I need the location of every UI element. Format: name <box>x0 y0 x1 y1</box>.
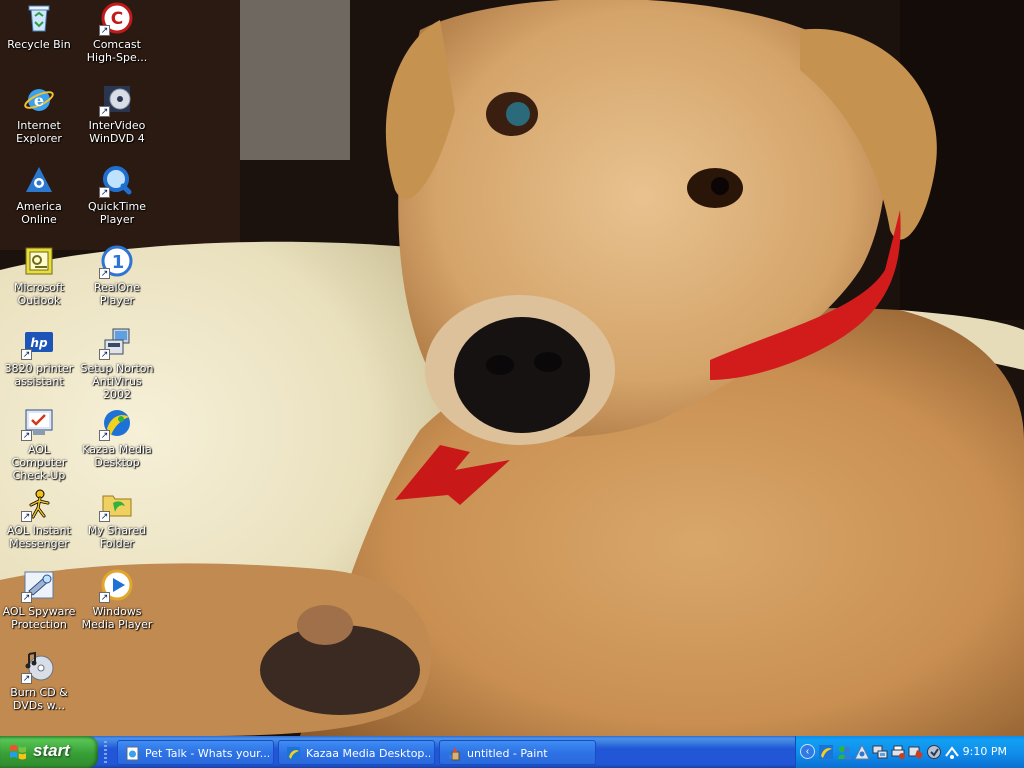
shortcut-arrow-icon: ↗ <box>99 592 110 603</box>
desktop-icon-label: Microsoft Outlook <box>13 281 65 307</box>
start-label: start <box>33 741 70 760</box>
norton-tray-icon[interactable] <box>908 744 924 760</box>
norton-setup-icon: ↗ <box>99 326 133 360</box>
task-paint[interactable]: untitled - Paint <box>439 740 596 765</box>
shortcut-arrow-icon: ↗ <box>21 430 32 441</box>
svg-text:C: C <box>111 9 123 29</box>
kazaa-icon: ↗ <box>99 407 133 441</box>
desktop-icon-kazaa[interactable]: ↗ Kazaa Media Desktop <box>78 407 156 469</box>
desktop-icon-label: InterVideo WinDVD 4 <box>88 119 146 145</box>
shortcut-arrow-icon: ↗ <box>99 25 110 36</box>
shortcut-arrow-icon: ↗ <box>21 673 32 684</box>
shortcut-arrow-icon: ↗ <box>99 106 110 117</box>
system-tray: ‹ 9:10 PM <box>795 736 1024 768</box>
desktop-icon-label: My Shared Folder <box>87 524 147 550</box>
desktop-icon-label: Internet Explorer <box>16 119 62 145</box>
shortcut-arrow-icon: ↗ <box>21 592 32 603</box>
desktop-icon-label: Setup Norton AntiVirus 2002 <box>80 362 154 401</box>
desktop-icon-label: AOL Instant Messenger <box>7 524 71 550</box>
task-label: untitled - Paint <box>467 747 548 760</box>
kazaa-tray-icon[interactable] <box>818 744 834 760</box>
desktop-icon-burn-cd[interactable]: ↗ Burn CD & DVDs w... <box>0 650 78 712</box>
desktop-icon-aol-spyware[interactable]: ↗ AOL Spyware Protection <box>0 569 78 631</box>
recycle-bin-icon <box>23 2 55 34</box>
burn-cd-icon: ↗ <box>21 650 55 684</box>
system-clock[interactable]: 9:10 PM <box>963 745 1007 758</box>
task-label: Kazaa Media Desktop... <box>306 747 430 760</box>
paint-icon <box>449 747 460 761</box>
outlook-icon <box>23 245 55 277</box>
svg-text:hp: hp <box>30 336 48 350</box>
taskbar: start Pet Talk - Whats your... Kazaa Med… <box>0 736 1024 768</box>
ie-document-icon <box>126 746 139 761</box>
security-tray-icon[interactable] <box>926 744 942 760</box>
shared-folder-icon: ↗ <box>99 488 133 522</box>
shortcut-arrow-icon: ↗ <box>99 349 110 360</box>
desktop-icon-windvd[interactable]: ↗ InterVideo WinDVD 4 <box>78 83 156 145</box>
desktop-icon-realone[interactable]: 1 ↗ RealOne Player <box>78 245 156 307</box>
desktop-icon-hp-printer[interactable]: hp ↗ 3820 printer assistant <box>0 326 78 388</box>
windows-logo-icon <box>10 745 26 760</box>
start-button[interactable]: start <box>0 736 98 768</box>
desktop: Recycle Bin C ↗ Comcast High-Spe... e In… <box>0 0 1024 736</box>
desktop-icon-outlook[interactable]: Microsoft Outlook <box>0 245 78 307</box>
hp-printer-icon: hp ↗ <box>21 326 55 360</box>
desktop-icon-recycle-bin[interactable]: Recycle Bin <box>0 2 78 51</box>
desktop-icon-america-online[interactable]: America Online <box>0 164 78 226</box>
desktop-icon-label: America Online <box>16 200 62 226</box>
quick-launch-grip[interactable] <box>104 741 107 763</box>
aol-spyware-icon: ↗ <box>21 569 55 603</box>
desktop-icon-label: Comcast High-Spe... <box>86 38 148 64</box>
desktop-icon-label: 3820 printer assistant <box>4 362 74 388</box>
desktop-icon-label: Windows Media Player <box>81 605 153 631</box>
task-label: Pet Talk - Whats your... <box>145 747 269 760</box>
desktop-icon-label: RealOne Player <box>93 281 141 307</box>
comcast-icon: C ↗ <box>99 2 133 36</box>
desktop-icon-shared-folder[interactable]: ↗ My Shared Folder <box>78 488 156 550</box>
shortcut-arrow-icon: ↗ <box>99 430 110 441</box>
desktop-icon-internet-explorer[interactable]: e Internet Explorer <box>0 83 78 145</box>
desktop-icon-label: AOL Spyware Protection <box>2 605 76 631</box>
quicktime-icon: ↗ <box>99 164 133 198</box>
desktop-icon-comcast[interactable]: C ↗ Comcast High-Spe... <box>78 2 156 64</box>
desktop-icon-label: QuickTime Player <box>87 200 147 226</box>
realone-icon: 1 ↗ <box>99 245 133 279</box>
connection-tray-icon[interactable] <box>944 744 960 760</box>
show-hidden-icons-button[interactable]: ‹ <box>800 744 815 759</box>
shortcut-arrow-icon: ↗ <box>21 511 32 522</box>
printer-tray-icon[interactable] <box>890 744 906 760</box>
shortcut-arrow-icon: ↗ <box>99 268 110 279</box>
america-online-icon <box>23 164 55 196</box>
desktop-icon-label: Kazaa Media Desktop <box>82 443 152 469</box>
shortcut-arrow-icon: ↗ <box>99 511 110 522</box>
desktop-icon-aol-checkup[interactable]: ↗ AOL Computer Check-Up <box>0 407 78 482</box>
desktop-icon-windows-media-player[interactable]: ↗ Windows Media Player <box>78 569 156 631</box>
kazaa-icon <box>287 747 300 760</box>
task-pet-talk[interactable]: Pet Talk - Whats your... <box>117 740 274 765</box>
aol-tray-icon[interactable] <box>854 744 870 760</box>
shortcut-arrow-icon: ↗ <box>99 187 110 198</box>
windows-media-player-icon: ↗ <box>99 569 133 603</box>
task-kazaa[interactable]: Kazaa Media Desktop... <box>278 740 435 765</box>
messenger-tray-icon[interactable] <box>836 744 852 760</box>
network-tray-icon[interactable] <box>872 744 888 760</box>
svg-text:e: e <box>34 91 44 110</box>
aol-checkup-icon: ↗ <box>21 407 55 441</box>
desktop-icon-quicktime[interactable]: ↗ QuickTime Player <box>78 164 156 226</box>
aim-icon: ↗ <box>21 488 55 522</box>
desktop-icon-label: Burn CD & DVDs w... <box>10 686 68 712</box>
shortcut-arrow-icon: ↗ <box>21 349 32 360</box>
desktop-icon-label: Recycle Bin <box>7 38 71 51</box>
desktop-icon-aim[interactable]: ↗ AOL Instant Messenger <box>0 488 78 550</box>
desktop-icon-norton-setup[interactable]: ↗ Setup Norton AntiVirus 2002 <box>78 326 156 401</box>
svg-text:1: 1 <box>112 252 125 273</box>
intervideo-windvd-icon: ↗ <box>99 83 133 117</box>
desktop-icon-label: AOL Computer Check-Up <box>11 443 67 482</box>
internet-explorer-icon: e <box>23 83 55 115</box>
